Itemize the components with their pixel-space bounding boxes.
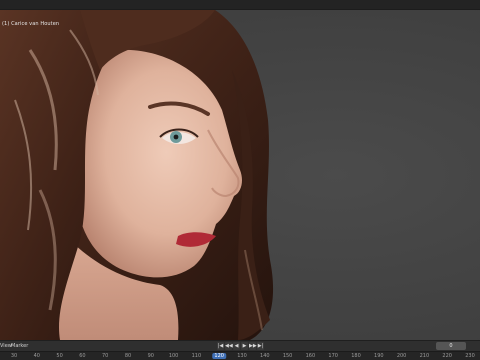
ruler-tick: 120: [212, 353, 226, 359]
ruler-tick: 90: [147, 353, 154, 359]
ruler-tick: 80: [124, 353, 132, 359]
play-reverse-icon[interactable]: ◀: [233, 342, 240, 350]
prev-keyframe-icon[interactable]: ◀◀: [225, 342, 233, 350]
frame-ruler[interactable]: 30 40 50 60 70 80 90 100 110 120 130 140 150 160 170 18…: [0, 351, 480, 360]
ruler-tick: 60: [79, 353, 86, 359]
blender-window: (1) Carice van Houten View Marker |◀ ◀◀ …: [0, 0, 480, 360]
portrait-render: [0, 10, 274, 340]
ruler-tick: 220: [442, 353, 452, 359]
ruler-tick: 130: [237, 353, 247, 359]
menu-marker[interactable]: Marker: [11, 343, 28, 349]
ruler-tick: 150: [282, 353, 293, 359]
ruler-tick: 190: [374, 353, 384, 359]
viewport-object-label: (1) Carice van Houten: [2, 21, 60, 27]
ruler-tick: 180: [351, 353, 361, 359]
timeline-header: View Marker |◀ ◀◀ ◀ ▶ ▶▶ ▶| 0: [0, 340, 480, 351]
pupil: [173, 134, 179, 140]
ruler-tick: 50: [56, 353, 63, 359]
playback-controls: |◀ ◀◀ ◀ ▶ ▶▶ ▶|: [217, 342, 264, 350]
ruler-tick: 40: [33, 353, 40, 359]
jump-start-icon[interactable]: |◀: [217, 342, 224, 350]
next-keyframe-icon[interactable]: ▶▶: [249, 342, 257, 350]
jump-end-icon[interactable]: ▶|: [257, 342, 264, 350]
ruler-tick: 100: [168, 353, 179, 359]
ruler-tick: 160: [305, 353, 316, 359]
play-icon[interactable]: ▶: [241, 342, 248, 350]
ruler-tick: 210: [419, 353, 430, 359]
3d-viewport[interactable]: (1) Carice van Houten: [0, 10, 480, 340]
ruler-tick: 230: [465, 353, 475, 359]
ruler-tick: 30: [10, 353, 18, 359]
ruler-tick: 200: [396, 353, 407, 359]
current-frame-field[interactable]: 0: [436, 342, 466, 350]
viewport-header: [0, 0, 480, 10]
ruler-tick: 170: [328, 353, 338, 359]
ruler-tick: 110: [191, 353, 202, 359]
ruler-tick: 140: [260, 353, 270, 359]
ruler-tick: 70: [102, 353, 109, 359]
